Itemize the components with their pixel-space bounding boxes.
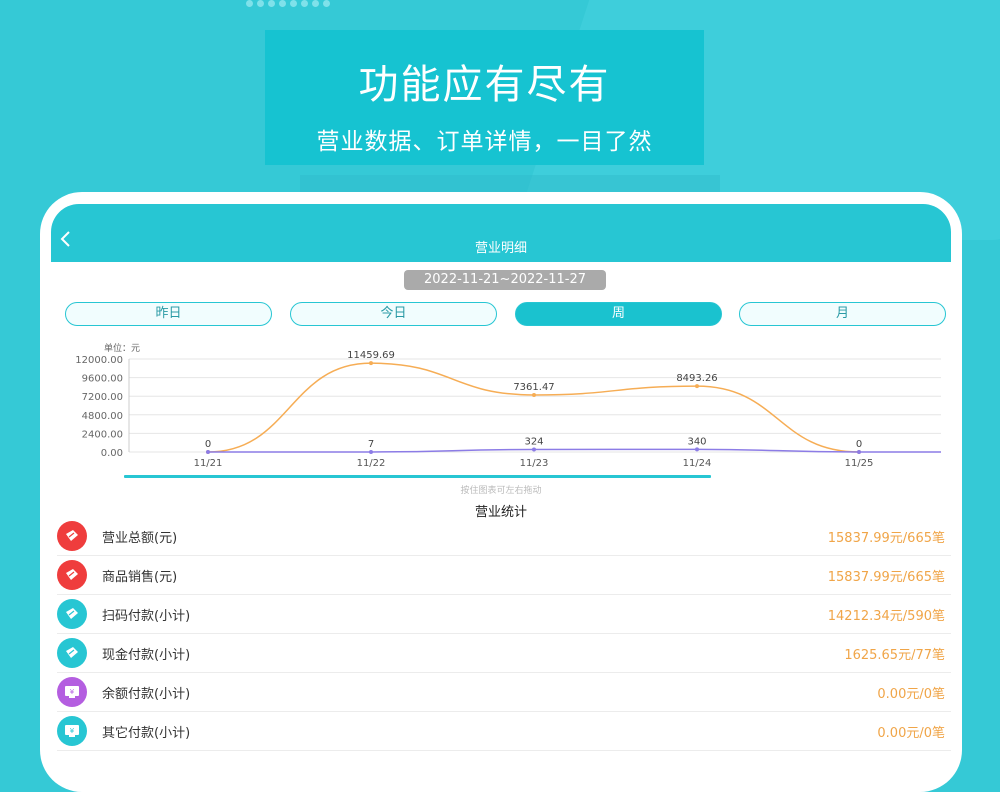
stat-value: 15837.99元/665笔 xyxy=(827,569,945,585)
data-point xyxy=(369,361,373,366)
stat-row[interactable]: ¥ 余额付款(小计) 0.00元/0笔 xyxy=(57,673,951,712)
tab-today[interactable]: 今日 xyxy=(290,302,497,326)
chart-scrollbar xyxy=(124,475,711,478)
x-tick-label: 11/21 xyxy=(194,458,223,469)
page-dot xyxy=(312,0,319,7)
page-dot xyxy=(290,0,297,7)
tab-month[interactable]: 月 xyxy=(739,302,946,326)
promo-banner: 功能应有尽有 营业数据、订单详情，一目了然 xyxy=(265,30,704,165)
stat-value: 1625.65元/77笔 xyxy=(844,647,945,663)
stat-value: 0.00元/0笔 xyxy=(877,686,945,702)
page-dot xyxy=(301,0,308,7)
data-point xyxy=(532,392,536,397)
data-label: 11459.69 xyxy=(347,350,395,361)
stat-row[interactable]: 商品销售(元) 15837.99元/665笔 xyxy=(57,556,951,595)
app-screen: 营业明细 2022-11-21~2022-11-27 昨日 今日 周 月 单位：… xyxy=(51,204,951,764)
stat-value: 14212.34元/590笔 xyxy=(827,608,945,624)
data-label: 0 xyxy=(856,439,862,450)
stat-label: 商品销售(元) xyxy=(102,569,178,585)
stat-label: 营业总额(元) xyxy=(102,530,178,546)
ticket-icon xyxy=(57,560,87,590)
data-label: 7361.47 xyxy=(513,382,554,393)
stat-label: 扫码付款(小计) xyxy=(102,608,191,624)
x-tick-label: 11/25 xyxy=(845,458,874,469)
svg-text:¥: ¥ xyxy=(70,727,75,735)
wallet-icon: ¥ xyxy=(57,677,87,707)
stat-label: 其它付款(小计) xyxy=(102,725,191,741)
y-tick-label: 4800.00 xyxy=(82,411,123,422)
ticket-icon xyxy=(57,638,87,668)
stat-label: 现金付款(小计) xyxy=(102,647,191,663)
revenue-line-chart[interactable]: 单位：元12000.00 9600.00 7200.00 4800.00 2400.00… xyxy=(51,334,951,484)
data-label: 340 xyxy=(687,436,706,447)
stat-label: 余额付款(小计) xyxy=(102,686,191,702)
stat-row[interactable]: 扫码付款(小计) 14212.34元/590笔 xyxy=(57,595,951,634)
stat-value: 0.00元/0笔 xyxy=(877,725,945,741)
data-point xyxy=(695,384,699,389)
stat-row[interactable]: 现金付款(小计) 1625.65元/77笔 xyxy=(57,634,951,673)
page-dot xyxy=(323,0,330,7)
tab-week[interactable]: 周 xyxy=(515,302,722,326)
tab-yesterday[interactable]: 昨日 xyxy=(65,302,272,326)
page-dot xyxy=(268,0,275,7)
ticket-icon xyxy=(57,521,87,551)
stat-row[interactable]: ¥ 其它付款(小计) 0.00元/0笔 xyxy=(57,712,951,751)
data-label: 7 xyxy=(368,439,374,450)
y-unit-label: 单位：元 xyxy=(104,342,140,354)
promo-title: 功能应有尽有 xyxy=(358,62,611,108)
pagination-dots xyxy=(246,0,330,7)
stat-value: 15837.99元/665笔 xyxy=(827,530,945,546)
y-tick-label: 7200.00 xyxy=(82,392,123,403)
x-tick-label: 11/22 xyxy=(357,458,386,469)
wallet-icon: ¥ xyxy=(65,725,79,737)
wallet-icon: ¥ xyxy=(57,716,87,746)
nav-bar: 营业明细 xyxy=(51,204,951,262)
x-tick-label: 11/24 xyxy=(683,458,712,469)
svg-text:¥: ¥ xyxy=(70,688,75,696)
page-dot xyxy=(279,0,286,7)
data-point xyxy=(532,447,536,452)
ticket-icon xyxy=(66,608,78,619)
data-point xyxy=(857,450,861,454)
y-tick-label: 0.00 xyxy=(101,448,123,459)
y-tick-label: 12000.00 xyxy=(75,355,123,366)
data-point xyxy=(206,450,210,454)
ticket-icon xyxy=(66,647,78,658)
x-tick-label: 11/23 xyxy=(520,458,549,469)
page-dot xyxy=(246,0,253,7)
y-tick-label: 2400.00 xyxy=(82,429,123,440)
wallet-icon: ¥ xyxy=(65,686,79,698)
data-point xyxy=(695,447,699,452)
y-tick-label: 9600.00 xyxy=(82,374,123,385)
promo-subtitle: 营业数据、订单详情，一目了然 xyxy=(316,129,653,155)
data-label: 0 xyxy=(205,439,211,450)
stats-list: 营业总额(元) 15837.99元/665笔 商品销售(元) 15837.99元/66… xyxy=(51,517,951,751)
page-title: 营业明细 xyxy=(474,241,527,256)
data-point xyxy=(369,449,373,454)
ticket-icon xyxy=(66,569,78,580)
chart-drag-hint: 按住图表可左右拖动 xyxy=(460,486,542,496)
ticket-icon xyxy=(66,530,78,541)
stat-row[interactable]: 营业总额(元) 15837.99元/665笔 xyxy=(57,517,951,556)
date-range-badge[interactable]: 2022-11-21~2022-11-27 xyxy=(404,270,606,290)
page-dot xyxy=(257,0,264,7)
data-label: 8493.26 xyxy=(676,373,717,384)
ticket-icon xyxy=(57,599,87,629)
data-label: 324 xyxy=(524,436,543,447)
